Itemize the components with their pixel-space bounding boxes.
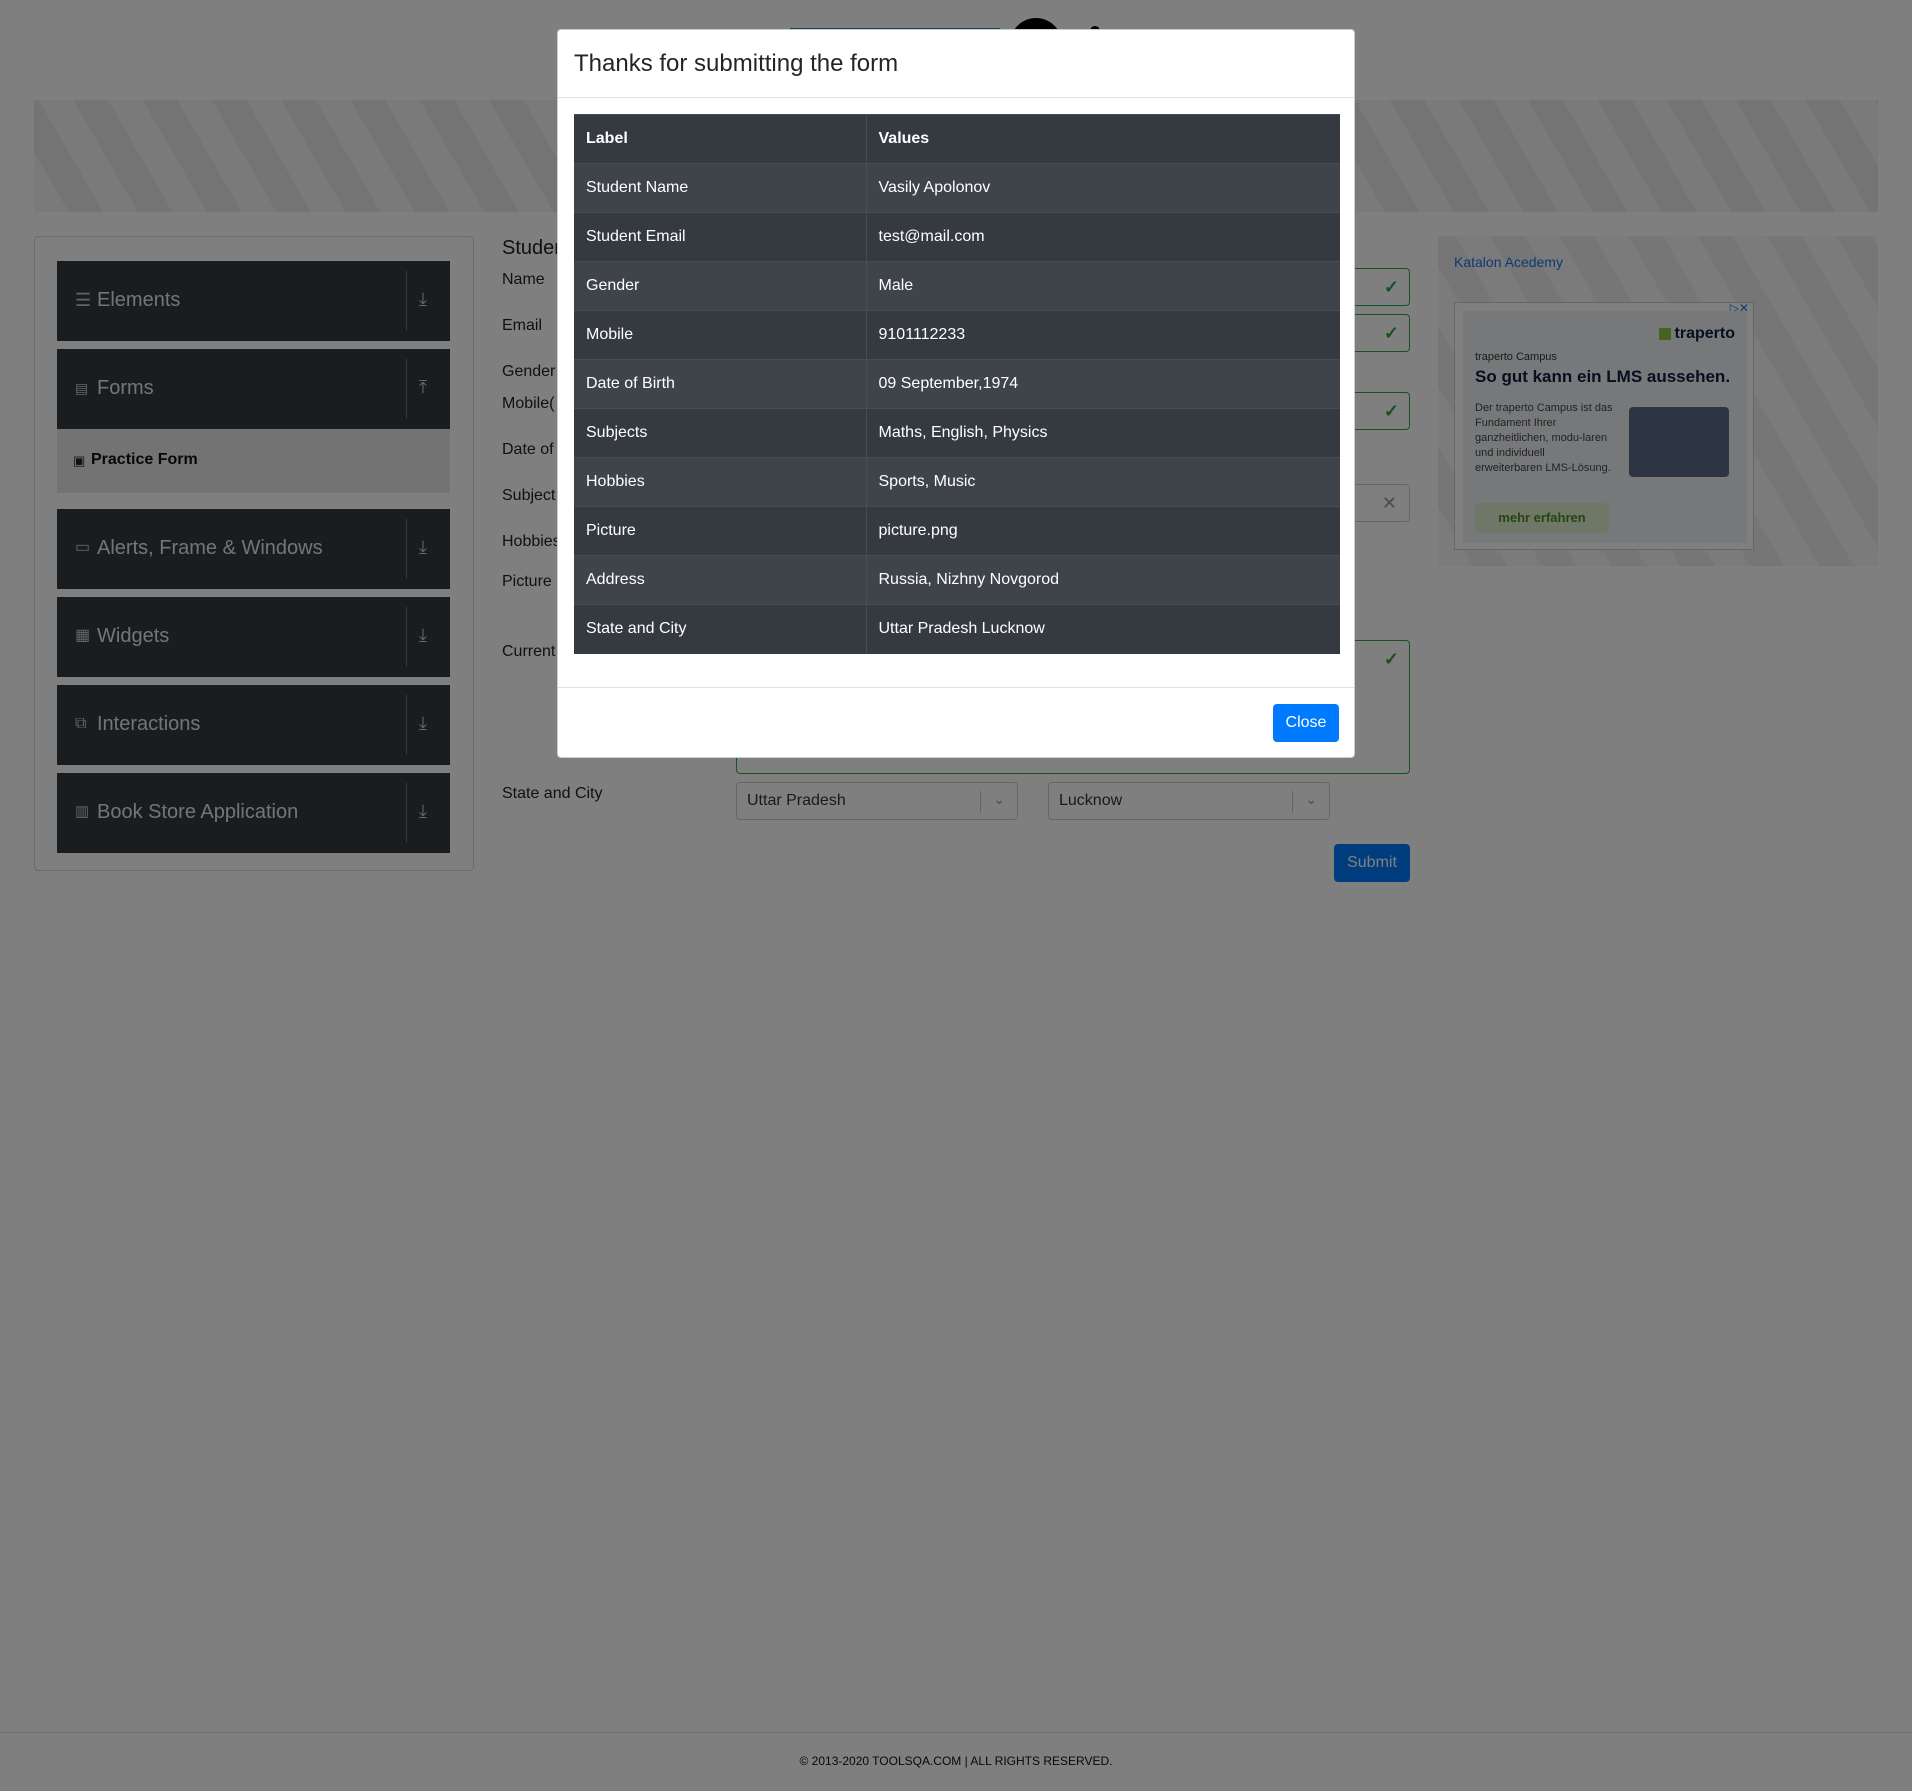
table-row: Student Email test@mail.com	[574, 212, 1340, 262]
table-row: Address Russia, Nizhny Novgorod	[574, 555, 1340, 605]
row-value: test@mail.com	[866, 212, 1340, 262]
table-header-row: Label Values	[574, 114, 1340, 164]
modal-footer: Close	[558, 687, 1354, 757]
row-value: Russia, Nizhny Novgorod	[866, 555, 1340, 605]
modal-header: Thanks for submitting the form	[558, 30, 1354, 98]
row-value: 9101112233	[866, 310, 1340, 360]
close-button[interactable]: Close	[1273, 704, 1339, 742]
row-value: 09 September,1974	[866, 359, 1340, 409]
table-row: Date of Birth 09 September,1974	[574, 359, 1340, 409]
row-value: Uttar Pradesh Lucknow	[866, 604, 1340, 654]
table-row: State and City Uttar Pradesh Lucknow	[574, 604, 1340, 654]
results-table: Label Values Student Name Vasily Apolonov…	[574, 114, 1340, 654]
row-label: Gender	[574, 261, 867, 311]
row-label: Subjects	[574, 408, 867, 458]
row-label: State and City	[574, 604, 867, 654]
row-label: Hobbies	[574, 457, 867, 507]
row-label: Student Name	[574, 163, 867, 213]
table-row: Mobile 9101112233	[574, 310, 1340, 360]
table-row: Subjects Maths, English, Physics	[574, 408, 1340, 458]
row-value: Maths, English, Physics	[866, 408, 1340, 458]
column-header-values: Values	[866, 114, 1340, 164]
table-row: Picture picture.png	[574, 506, 1340, 556]
row-label: Mobile	[574, 310, 867, 360]
row-value: Sports, Music	[866, 457, 1340, 507]
table-row: Hobbies Sports, Music	[574, 457, 1340, 507]
row-label: Date of Birth	[574, 359, 867, 409]
column-header-label: Label	[574, 114, 867, 164]
row-value: Male	[866, 261, 1340, 311]
row-value: picture.png	[866, 506, 1340, 556]
modal-title: Thanks for submitting the form	[574, 50, 899, 77]
row-value: Vasily Apolonov	[866, 163, 1340, 213]
row-label: Student Email	[574, 212, 867, 262]
row-label: Picture	[574, 506, 867, 556]
page: ☰ Elements ⤓ ▤ Forms ⤒ ▣ Practice Form ▭…	[0, 0, 1912, 1791]
row-label: Address	[574, 555, 867, 605]
table-row: Gender Male	[574, 261, 1340, 311]
table-row: Student Name Vasily Apolonov	[574, 163, 1340, 213]
submission-modal: Thanks for submitting the form Label Val…	[557, 29, 1355, 758]
